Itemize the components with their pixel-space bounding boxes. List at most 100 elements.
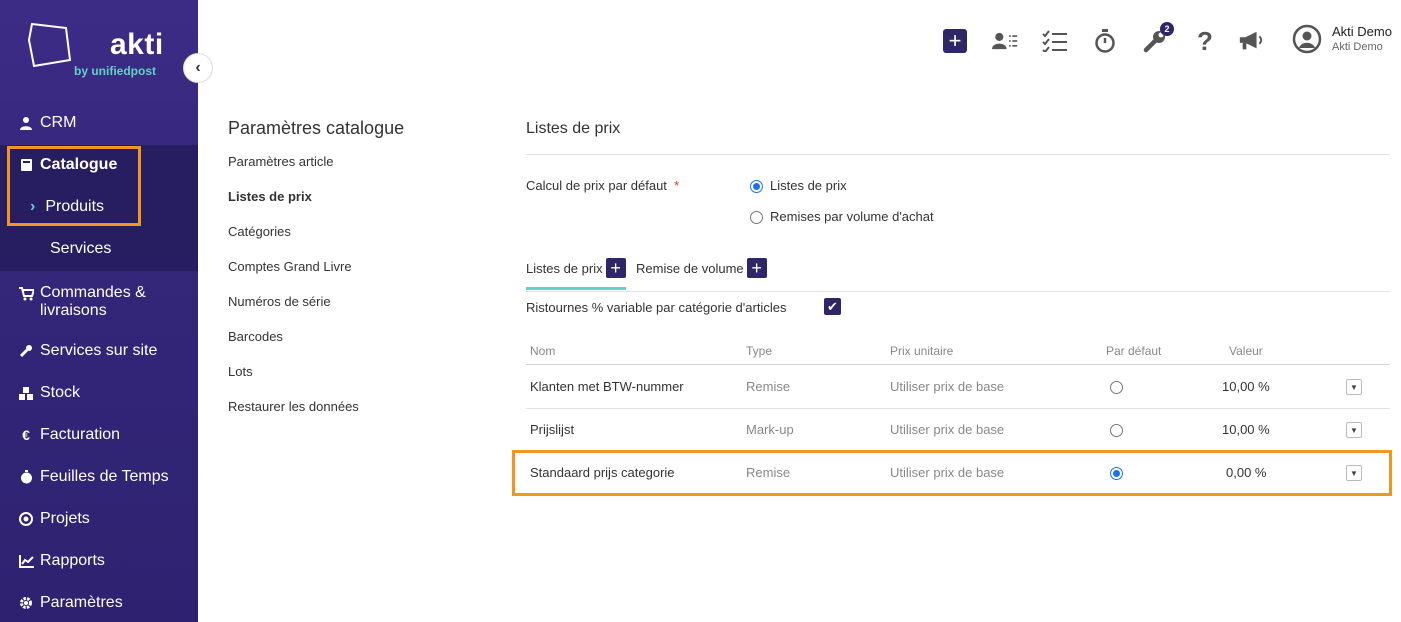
row-default-radio[interactable]: [1110, 424, 1123, 437]
boxes-icon: [18, 385, 34, 401]
target-icon: [18, 511, 34, 527]
chart-icon: [18, 553, 34, 569]
radio-remises-volume-label: Remises par volume d'achat: [770, 209, 934, 224]
tab-label: Remise de volume: [636, 260, 744, 276]
radio-listes-de-prix-label: Listes de prix: [770, 178, 847, 193]
sidebar-item-label: Services sur site: [40, 342, 158, 359]
column-header-par-defaut[interactable]: Par défaut: [1106, 344, 1161, 358]
wrench-icon: [18, 343, 34, 359]
tools-button[interactable]: 2: [1142, 22, 1174, 54]
sidebar: akti by unifiedpost CRM Catalogue › Produ…: [0, 0, 198, 622]
akti-logo[interactable]: akti by unifiedpost: [26, 20, 176, 84]
brand-name: akti: [110, 28, 164, 61]
column-header-nom[interactable]: Nom: [530, 344, 555, 358]
plus-icon: +: [943, 29, 967, 53]
radio-listes-de-prix[interactable]: [750, 180, 763, 193]
column-header-type[interactable]: Type: [746, 344, 772, 358]
contacts-list-button[interactable]: [992, 28, 1018, 54]
sidebar-item-label: CRM: [40, 114, 77, 131]
tabs-divider: [526, 291, 1390, 292]
user-company: Akti Demo: [1332, 41, 1383, 53]
tab-listes-de-prix[interactable]: Listes de prix +: [526, 258, 626, 278]
cart-icon: [18, 286, 34, 302]
default-calc-label: Calcul de prix par défaut *: [526, 178, 680, 193]
contacts-list-icon: [992, 32, 1018, 50]
help-button[interactable]: ?: [1192, 25, 1218, 56]
sidebar-item-rapports[interactable]: Rapports: [0, 540, 198, 582]
settings-link-categories[interactable]: Catégories: [228, 224, 291, 239]
user-icon: [18, 115, 34, 131]
sidebar-item-label: Paramètres: [40, 594, 123, 611]
logo-shape-icon: [27, 22, 72, 68]
sidebar-item-parametres[interactable]: Paramètres: [0, 582, 198, 622]
column-header-prix-unitaire[interactable]: Prix unitaire: [890, 344, 953, 358]
tab-label: Listes de prix: [526, 260, 603, 276]
euro-icon: €: [22, 427, 30, 443]
sidebar-subitem-label: Services: [50, 240, 112, 257]
megaphone-icon: [1239, 31, 1263, 50]
sidebar-item-commandes[interactable]: Commandes & livraisons: [0, 278, 198, 332]
user-circle-icon: [1292, 24, 1322, 54]
sidebar-item-label: Feuilles de Temps: [40, 468, 169, 485]
sidebar-item-label: Stock: [40, 384, 81, 401]
settings-link-comptes-grand-livre[interactable]: Comptes Grand Livre: [228, 259, 352, 274]
caret-down-icon: ▼: [1350, 382, 1358, 392]
stopwatch-icon: [18, 469, 34, 485]
user-name[interactable]: Akti Demo: [1332, 24, 1392, 39]
tasks-button[interactable]: [1042, 28, 1068, 54]
row-value: 10,00 %: [1222, 379, 1270, 394]
sidebar-item-projets[interactable]: Projets: [0, 498, 198, 540]
add-price-list-button[interactable]: +: [605, 258, 626, 278]
page-title: Listes de prix: [526, 120, 621, 137]
active-tab-indicator: [526, 287, 626, 290]
sidebar-item-feuilles-de-temps[interactable]: Feuilles de Temps: [0, 456, 198, 498]
user-menu-button[interactable]: [1292, 24, 1322, 54]
help-icon: ?: [1197, 25, 1213, 56]
settings-link-parametres-article[interactable]: Paramètres article: [228, 154, 333, 169]
stopwatch-icon: [1095, 29, 1115, 53]
sidebar-collapse-button[interactable]: ‹: [183, 53, 213, 83]
sidebar-item-services-sur-site[interactable]: Services sur site: [0, 330, 198, 372]
announcements-button[interactable]: [1238, 28, 1264, 54]
chevron-left-icon: ‹: [195, 59, 201, 76]
highlight-catalogue-produits: [7, 146, 141, 226]
required-mark: *: [674, 178, 680, 193]
settings-link-listes-de-prix[interactable]: Listes de prix: [228, 189, 312, 204]
row-actions-dropdown[interactable]: ▼: [1346, 379, 1362, 395]
sidebar-item-facturation[interactable]: € Facturation: [0, 414, 198, 456]
settings-link-barcodes[interactable]: Barcodes: [228, 329, 283, 344]
tasks-icon: [1042, 30, 1067, 52]
add-volume-discount-button[interactable]: +: [746, 258, 767, 278]
row-actions-dropdown[interactable]: ▼: [1346, 422, 1362, 438]
sidebar-item-label-line2: livraisons: [40, 302, 107, 319]
sidebar-item-label: Rapports: [40, 552, 105, 569]
column-header-valeur[interactable]: Valeur: [1229, 344, 1263, 358]
sidebar-item-stock[interactable]: Stock: [0, 372, 198, 414]
row-default-radio[interactable]: [1110, 381, 1123, 394]
checkmark-icon: ✔: [827, 298, 838, 314]
sidebar-item-crm[interactable]: CRM: [0, 102, 198, 144]
row-type: Remise: [746, 379, 791, 394]
timer-button[interactable]: [1092, 28, 1118, 54]
radio-remises-volume[interactable]: [750, 211, 763, 224]
ristournes-label: Ristournes % variable par catégorie d'ar…: [526, 300, 787, 315]
row-value: 10,00 %: [1222, 422, 1270, 437]
settings-link-lots[interactable]: Lots: [228, 364, 253, 379]
row-type: Mark-up: [746, 422, 794, 437]
highlight-default-row: [512, 450, 1392, 496]
sidebar-item-label: Facturation: [40, 426, 121, 443]
settings-menu-title: Paramètres catalogue: [228, 118, 405, 138]
row-name[interactable]: Prijslijst: [530, 422, 574, 437]
brand-tagline: by unifiedpost: [74, 64, 156, 78]
sidebar-item-label: Projets: [40, 510, 90, 527]
settings-link-numeros-de-serie[interactable]: Numéros de série: [228, 294, 331, 309]
row-unit-price: Utiliser prix de base: [890, 422, 1005, 437]
sidebar-subitem-services[interactable]: Services: [50, 240, 111, 258]
tab-remise-de-volume[interactable]: Remise de volume +: [636, 258, 767, 278]
sidebar-item-label: Commandes &: [40, 284, 146, 301]
ristournes-checkbox[interactable]: ✔: [824, 298, 841, 315]
caret-down-icon: ▼: [1350, 425, 1358, 435]
settings-link-restaurer[interactable]: Restaurer les données: [228, 399, 359, 414]
quick-add-button[interactable]: +: [942, 28, 968, 54]
row-name[interactable]: Klanten met BTW-nummer: [530, 379, 684, 394]
